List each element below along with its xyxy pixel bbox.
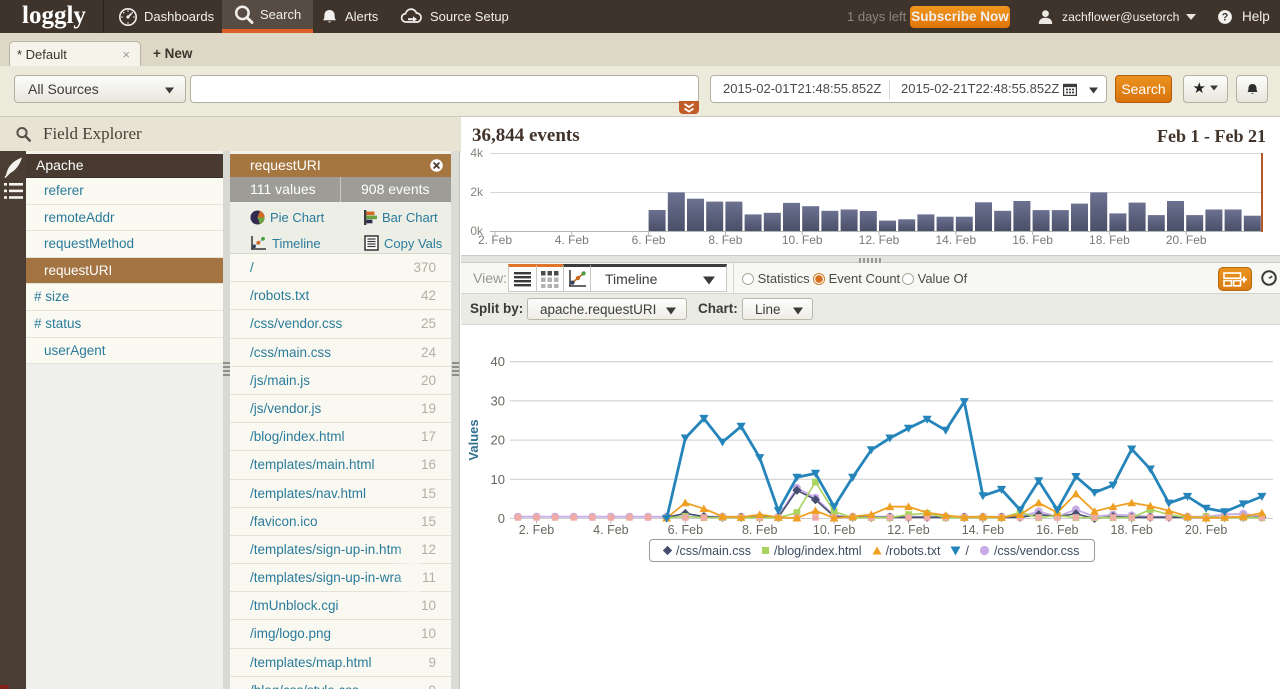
svg-text:4k: 4k xyxy=(470,147,484,160)
svg-text:40: 40 xyxy=(491,354,505,369)
svg-text:10: 10 xyxy=(491,472,505,487)
svg-text:12. Feb: 12. Feb xyxy=(859,233,900,247)
svg-text:20. Feb: 20. Feb xyxy=(1185,523,1227,537)
svg-text:14. Feb: 14. Feb xyxy=(962,523,1004,537)
svg-text:2. Feb: 2. Feb xyxy=(478,233,512,247)
svg-text:18. Feb: 18. Feb xyxy=(1111,523,1153,537)
svg-text:8. Feb: 8. Feb xyxy=(708,233,742,247)
svg-text:8. Feb: 8. Feb xyxy=(742,523,777,537)
svg-text:10. Feb: 10. Feb xyxy=(782,233,823,247)
svg-text:12. Feb: 12. Feb xyxy=(887,523,929,537)
svg-text:2. Feb: 2. Feb xyxy=(519,523,554,537)
svg-text:4. Feb: 4. Feb xyxy=(593,523,628,537)
svg-text:16. Feb: 16. Feb xyxy=(1012,233,1053,247)
svg-text:20. Feb: 20. Feb xyxy=(1166,233,1207,247)
svg-text:10. Feb: 10. Feb xyxy=(813,523,855,537)
svg-text:2k: 2k xyxy=(470,185,484,199)
svg-text:30: 30 xyxy=(491,393,505,408)
svg-text:6. Feb: 6. Feb xyxy=(632,233,666,247)
svg-text:4. Feb: 4. Feb xyxy=(555,233,589,247)
svg-text:?: ? xyxy=(1222,11,1229,23)
svg-text:20: 20 xyxy=(491,433,505,448)
svg-text:18. Feb: 18. Feb xyxy=(1089,233,1130,247)
svg-text:16. Feb: 16. Feb xyxy=(1036,523,1078,537)
svg-text:Values: Values xyxy=(466,419,481,460)
svg-text:6. Feb: 6. Feb xyxy=(668,523,703,537)
svg-text:0: 0 xyxy=(498,511,505,526)
svg-text:14. Feb: 14. Feb xyxy=(935,233,976,247)
